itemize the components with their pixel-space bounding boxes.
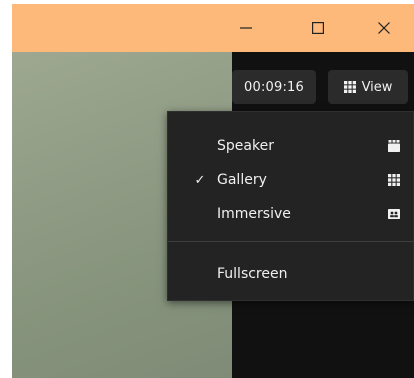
meeting-window: 00:09:16 View Speaker ✓ Gallery Immersiv…	[12, 4, 414, 378]
view-button-label: View	[361, 79, 393, 95]
gallery-view-icon	[388, 174, 400, 186]
view-button[interactable]: View	[328, 70, 408, 104]
speaker-view-icon	[388, 140, 400, 152]
menu-item-label: Speaker	[217, 138, 274, 154]
maximize-icon	[312, 22, 324, 34]
maximize-button[interactable]	[296, 4, 340, 52]
close-icon	[378, 22, 390, 34]
menu-item-label: Gallery	[217, 172, 267, 188]
close-button[interactable]	[362, 4, 406, 52]
menu-item-gallery[interactable]: ✓ Gallery	[168, 163, 413, 197]
menu-item-fullscreen[interactable]: Fullscreen	[168, 257, 413, 291]
menu-item-label: Fullscreen	[217, 266, 288, 282]
menu-item-immersive[interactable]: Immersive	[168, 197, 413, 231]
grid-icon	[343, 81, 356, 93]
title-bar	[12, 4, 414, 52]
meeting-timer: 00:09:16	[232, 70, 316, 104]
menu-item-speaker[interactable]: Speaker	[168, 129, 413, 163]
minimize-icon	[240, 22, 252, 34]
menu-item-label: Immersive	[217, 206, 291, 222]
checkmark-icon: ✓	[194, 172, 206, 188]
view-menu: Speaker ✓ Gallery Immersive Fullscreen	[167, 111, 414, 301]
minimize-button[interactable]	[224, 4, 268, 52]
menu-divider	[168, 241, 413, 242]
immersive-view-icon	[388, 208, 400, 220]
